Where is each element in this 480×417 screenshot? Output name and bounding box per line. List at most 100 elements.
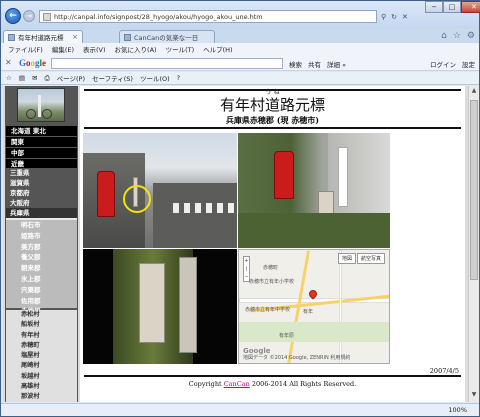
nav-city[interactable]: 赤松村 xyxy=(6,310,77,320)
google-settings-button[interactable]: 設定 xyxy=(462,59,475,69)
nav-area[interactable]: 朝来郡 xyxy=(6,263,77,274)
browser-window: ← → http://canpal.info/signpost/28_hyogo… xyxy=(0,0,480,417)
nav-area[interactable]: 宍粟郡 xyxy=(6,285,77,296)
bottom-divider xyxy=(84,375,461,377)
title-divider xyxy=(84,127,461,129)
tab-active[interactable]: 有年村道路元標 × xyxy=(3,30,83,43)
menu-file[interactable]: ファイル(F) xyxy=(8,44,43,54)
address-field[interactable]: http://canpal.info/signpost/28_hyogo/ako… xyxy=(39,10,377,23)
nav-area[interactable]: 美方郡 xyxy=(6,242,77,253)
home-icon[interactable]: ⌂ xyxy=(441,31,447,41)
site-favicon-icon xyxy=(43,12,51,21)
back-button[interactable]: ← xyxy=(5,8,21,24)
forward-button[interactable]: → xyxy=(23,10,35,22)
nav-city[interactable]: 赤穂町 xyxy=(6,341,77,351)
nav-area[interactable]: 姫路市 xyxy=(6,231,77,242)
cancan-link[interactable]: CanCan xyxy=(224,380,250,388)
nav-prefecture[interactable]: 滋賀県 xyxy=(6,178,77,188)
nav-city[interactable]: 塩屋村 xyxy=(6,351,77,361)
favorites-star-icon[interactable]: ☆ xyxy=(453,31,461,41)
close-toolbar-icon[interactable]: ✕ xyxy=(5,58,12,67)
prefecture-list: 三重県 滋賀県 京都府 大阪府 兵庫県 xyxy=(6,168,77,220)
map-label: 有年原 xyxy=(279,333,295,339)
nav-region[interactable]: 関東 xyxy=(6,137,77,147)
bicycle-photo-thumbnail xyxy=(17,88,65,122)
nav-region[interactable]: 中部 xyxy=(6,148,77,158)
nav-city[interactable]: 有年村 xyxy=(6,331,77,341)
nav-region[interactable]: 北海道 東北 xyxy=(6,126,77,136)
map-type-map[interactable]: 地図 xyxy=(337,253,356,264)
menu-favorites[interactable]: お気に入り(A) xyxy=(115,44,157,54)
nav-area[interactable]: 明石市 xyxy=(6,220,77,231)
stop-icon[interactable]: ✕ xyxy=(402,13,408,21)
page-title: 有年村道路元標 xyxy=(219,96,325,114)
tab-label: CanCanの気楽な一日 xyxy=(134,34,199,42)
nav-city[interactable]: 尾崎村 xyxy=(6,361,77,371)
close-window-button[interactable]: ✕ xyxy=(461,1,480,13)
refresh-icon[interactable]: ↻ xyxy=(391,13,397,21)
google-login-button[interactable]: ログイン xyxy=(430,59,456,69)
nav-prefecture[interactable]: 三重県 xyxy=(6,168,77,178)
favorites-bar-icon[interactable]: ☆ xyxy=(6,74,12,82)
web-page: 北海道 東北 関東 中部 近畿 三重県 滋賀県 京都府 大阪府 兵庫県 明石市 … xyxy=(3,86,468,402)
google-search-tools: 検索 共有 詳細 » xyxy=(289,59,346,69)
map-label: 有年 xyxy=(303,309,314,315)
highlight-circle xyxy=(123,185,151,213)
city-list: 赤松村 船坂村 有年村 赤穂町 塩屋村 尾崎村 坂越村 高雄村 那波村 xyxy=(6,310,77,402)
maximize-button[interactable]: □ xyxy=(443,1,461,13)
forward-arrow-icon: → xyxy=(26,12,32,20)
window-controls: − □ ✕ xyxy=(425,1,480,15)
address-bar-row: ← → http://canpal.info/signpost/28_hyogo… xyxy=(1,1,480,29)
nav-area[interactable]: 佐用郡 xyxy=(6,296,77,307)
marker-closeup-photo[interactable] xyxy=(238,133,390,248)
nav-area[interactable]: 養父郡 xyxy=(6,252,77,263)
google-more-button[interactable]: 詳細 » xyxy=(327,59,346,69)
feeds-icon[interactable]: ▤ xyxy=(19,74,25,82)
tab-close-icon[interactable]: × xyxy=(72,33,78,41)
tab-page-icon xyxy=(124,33,131,41)
command-help[interactable]: ? xyxy=(177,74,180,82)
menu-bar: ファイル(F) 編集(E) 表示(V) お気に入り(A) ツール(T) ヘルプ(… xyxy=(1,43,479,55)
settings-gear-icon[interactable]: ⚙ xyxy=(467,31,475,41)
menu-edit[interactable]: 編集(E) xyxy=(52,44,74,54)
google-search-button[interactable]: 検索 xyxy=(289,59,302,69)
command-bar: ☆ ▤ ✉ ⎙ ページ(P) セーフティ(S) ツール(O) ? xyxy=(1,72,479,85)
stone-marker-photo[interactable] xyxy=(83,249,237,364)
search-dropdown-icon[interactable]: ⚲ xyxy=(381,13,386,21)
menu-help[interactable]: ヘルプ(H) xyxy=(203,44,232,54)
mail-icon[interactable]: ✉ xyxy=(32,74,37,82)
nav-area[interactable]: 氷上郡 xyxy=(6,274,77,285)
print-icon[interactable]: ⎙ xyxy=(44,74,49,83)
command-page[interactable]: ページ(P) xyxy=(57,73,85,83)
menu-tools[interactable]: ツール(T) xyxy=(166,44,195,54)
street-mailbox-photo[interactable] xyxy=(83,133,237,248)
map-label: 赤穂市立有年小学校 xyxy=(249,279,295,285)
menu-view[interactable]: 表示(V) xyxy=(83,44,106,54)
page-scrollbar[interactable]: ▲ ▼ xyxy=(468,86,479,402)
command-safety[interactable]: セーフティ(S) xyxy=(92,73,133,83)
address-tools: ⚲ ↻ ✕ xyxy=(381,10,408,23)
location-map[interactable]: + | − 地図 航空写真 赤穂町 有年 赤穂市立有年中学校 赤穂市立有年小学校 有… xyxy=(238,249,390,364)
google-search-input[interactable] xyxy=(51,58,283,69)
map-type-satellite[interactable]: 航空写真 xyxy=(356,253,385,264)
nav-prefecture-selected[interactable]: 兵庫県 xyxy=(6,208,77,218)
nav-city[interactable]: 坂越村 xyxy=(6,372,77,382)
google-toolbar: ✕ Google 検索 共有 詳細 » ログイン 設定 xyxy=(1,55,479,71)
nav-city[interactable]: 船坂村 xyxy=(6,320,77,330)
map-type-buttons: 地図 航空写真 xyxy=(337,253,385,264)
tab-strip: 有年村道路元標 × CanCanの気楽な一日 xyxy=(1,29,479,43)
nav-city[interactable]: 高雄村 xyxy=(6,382,77,392)
area-list: 明石市 姫路市 美方郡 養父郡 朝来郡 氷上郡 宍粟郡 佐用郡 赤穂郡 xyxy=(6,220,77,315)
scroll-down-icon[interactable]: ▼ xyxy=(470,391,478,401)
scroll-up-icon[interactable]: ▲ xyxy=(470,87,478,97)
nav-prefecture[interactable]: 京都府 xyxy=(6,188,77,198)
google-share-button[interactable]: 共有 xyxy=(308,59,321,69)
minimize-button[interactable]: − xyxy=(425,1,443,13)
command-tools[interactable]: ツール(O) xyxy=(140,73,170,83)
zoom-level[interactable]: 100% xyxy=(448,406,467,414)
nav-city[interactable]: 那波村 xyxy=(6,392,77,402)
stone-marker xyxy=(139,263,165,343)
tab-inactive[interactable]: CanCanの気楽な一日 xyxy=(119,30,215,43)
nav-prefecture[interactable]: 大阪府 xyxy=(6,198,77,208)
scrollbar-thumb[interactable] xyxy=(470,100,478,280)
